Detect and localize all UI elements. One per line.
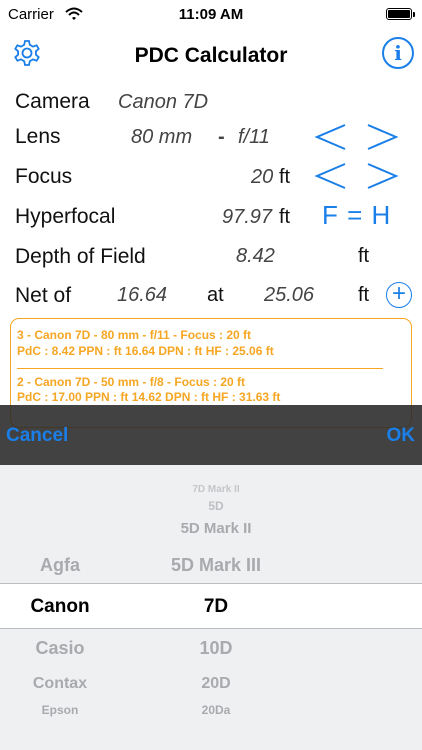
net-label: Net of (15, 284, 72, 307)
net-near-value: 16.64 (117, 284, 168, 306)
status-bar: Carrier 11:09 AM (0, 0, 422, 30)
picker-model-option[interactable]: 20Da (146, 703, 286, 717)
picker-model-selected[interactable]: 7D (146, 596, 286, 618)
focus-unit: ft (279, 166, 291, 188)
net-at-label: at (207, 284, 224, 306)
dof-unit: ft (358, 245, 370, 267)
page-title: PDC Calculator (134, 44, 288, 67)
camera-label: Camera (15, 90, 90, 113)
camera-value[interactable]: Canon 7D (118, 91, 208, 114)
history-entry-title: 2 - Canon 7D - 50 mm - f/8 - Focus : 20 … (17, 375, 246, 389)
picker-brand-selected[interactable]: Canon (0, 596, 130, 618)
picker-model-option[interactable]: 5D (146, 499, 286, 513)
focus-label: Focus (15, 165, 73, 188)
hyperfocal-label: Hyperfocal (15, 205, 116, 228)
cancel-button[interactable]: Cancel (6, 425, 68, 447)
picker-model-option[interactable]: 20D (146, 675, 286, 693)
focus-equals-hyperfocal-button[interactable]: F = H (322, 200, 391, 231)
picker-model-option[interactable]: 7D Mark II (146, 484, 286, 495)
dof-value: 8.42 (236, 245, 275, 267)
battery-icon (386, 8, 415, 20)
picker-brand-option[interactable]: Epson (0, 703, 130, 717)
lens-label: Lens (15, 125, 61, 148)
dof-label: Depth of Field (15, 245, 146, 268)
lens-dash: - (218, 126, 225, 148)
picker-model-option[interactable]: 10D (146, 638, 286, 659)
picker-model-option[interactable]: 5D Mark II (146, 520, 286, 537)
picker-toolbar: Cancel OK (0, 405, 422, 465)
net-unit: ft (358, 284, 370, 306)
chevron-right-icon[interactable] (364, 161, 400, 191)
focus-value[interactable]: 20 (251, 166, 273, 189)
picker-model-option[interactable]: 5D Mark III (146, 555, 286, 576)
picker-brand-option[interactable]: Agfa (0, 555, 130, 576)
plus-circle-icon[interactable]: + (386, 282, 412, 308)
lens-aperture-value[interactable]: f/11 (238, 126, 270, 149)
history-entry-detail: PdC : 17.00 PPN : ft 14.62 DPN : ft HF :… (17, 390, 281, 404)
chevron-left-icon[interactable] (313, 122, 349, 152)
status-time: 11:09 AM (178, 6, 244, 23)
net-far-value: 25.06 (264, 284, 315, 306)
history-divider (17, 368, 383, 369)
chevron-left-icon[interactable] (313, 161, 349, 191)
picker-brand-option[interactable]: Casio (0, 638, 130, 659)
hyperfocal-value: 97.97 (222, 206, 273, 228)
chevron-right-icon[interactable] (364, 122, 400, 152)
history-entry-title: 3 - Canon 7D - 80 mm - f/11 - Focus : 20… (17, 328, 252, 342)
history-entry-detail: PdC : 8.42 PPN : ft 16.64 DPN : ft HF : … (17, 344, 274, 358)
hyperfocal-unit: ft (279, 206, 291, 228)
ok-button[interactable]: OK (387, 425, 416, 447)
picker-brand-option[interactable]: Contax (0, 675, 130, 693)
info-icon[interactable]: i (382, 37, 414, 69)
lens-focal-value[interactable]: 80 mm (131, 126, 192, 149)
camera-picker[interactable]: Agfa Canon Casio Contax Epson 7D Mark II… (0, 465, 422, 750)
